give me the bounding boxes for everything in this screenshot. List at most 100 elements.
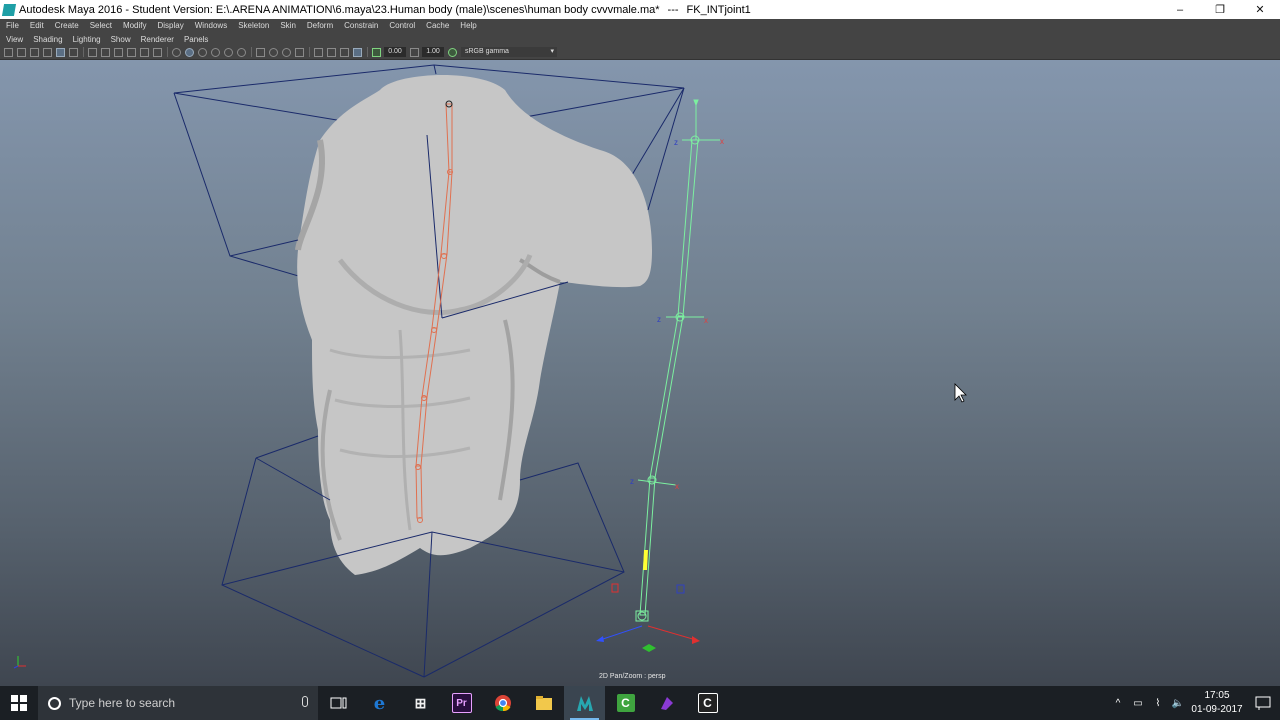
wireframe-icon[interactable]: [172, 47, 181, 57]
taskbar-app-explorer[interactable]: [523, 686, 564, 720]
color-management-icon[interactable]: [448, 47, 457, 57]
menu-select[interactable]: Select: [84, 21, 117, 30]
chevron-up-icon[interactable]: ^: [1108, 698, 1128, 709]
menu-constrain[interactable]: Constrain: [338, 21, 383, 30]
network-icon[interactable]: ⌇: [1148, 698, 1168, 709]
volume-icon[interactable]: 🔈: [1168, 698, 1188, 709]
clock-time: 17:05: [1204, 690, 1230, 701]
main-menu-bar: File Edit Create Select Modify Display W…: [0, 19, 1280, 32]
menu-control[interactable]: Control: [383, 21, 420, 30]
safe-action-icon[interactable]: [140, 47, 149, 57]
view-transform-value: sRGB gamma: [465, 48, 509, 55]
toolbar-divider: [167, 47, 168, 57]
toolbar-divider: [309, 47, 310, 57]
view-transform-dropdown[interactable]: sRGB gamma ▾: [461, 47, 557, 57]
chevron-down-icon: ▾: [550, 48, 554, 55]
store-icon: ⊞: [414, 694, 427, 711]
system-tray: ^ ▭ ⌇ 🔈 17:05 01-09-2017: [1108, 686, 1280, 720]
minimize-button[interactable]: –: [1160, 0, 1200, 19]
camtasia-recorder-icon: C: [697, 693, 718, 713]
grid-icon[interactable]: [56, 47, 65, 57]
bookmark-icon[interactable]: [30, 47, 39, 57]
title-separator: ---: [667, 3, 679, 16]
pencil-icon[interactable]: [69, 47, 78, 57]
perspective-viewport[interactable]: x z x z x z 2D Pan/Zoom : persp: [0, 60, 1280, 686]
restore-button[interactable]: ❐: [1200, 0, 1240, 19]
menu-cache[interactable]: Cache: [420, 21, 454, 30]
wireframe-on-shaded-icon[interactable]: [198, 47, 207, 57]
menu-skeleton[interactable]: Skeleton: [232, 21, 274, 30]
search-placeholder: Type here to search: [69, 696, 176, 710]
task-view-icon: [330, 697, 346, 709]
clock-date: 01-09-2017: [1191, 704, 1243, 715]
panel-menu-panels[interactable]: Panels: [178, 35, 212, 44]
ik-joint-chain[interactable]: [635, 99, 720, 622]
menu-help[interactable]: Help: [454, 21, 481, 30]
microphone-icon[interactable]: [302, 696, 308, 707]
exposure-icon[interactable]: [372, 47, 381, 57]
axis-label-x: x: [720, 137, 724, 146]
xray-icon[interactable]: [314, 47, 323, 57]
file-explorer-icon: [535, 696, 552, 710]
close-button[interactable]: ✕: [1240, 0, 1280, 19]
taskbar-app-edge[interactable]: e: [359, 686, 400, 720]
camera-attributes-icon[interactable]: [17, 47, 26, 57]
panel-menu-lighting[interactable]: Lighting: [67, 35, 105, 44]
viewport-scene: x z x z x z: [13, 64, 967, 678]
menu-deform[interactable]: Deform: [301, 21, 338, 30]
panel-menu-renderer[interactable]: Renderer: [135, 35, 178, 44]
title-bar: Autodesk Maya 2016 - Student Version: E:…: [0, 0, 1280, 19]
gate-mask-icon[interactable]: [114, 47, 123, 57]
backface-culling-icon[interactable]: [340, 47, 349, 57]
lights-icon[interactable]: [224, 47, 233, 57]
resolution-gate-icon[interactable]: [101, 47, 110, 57]
panel-menu-show[interactable]: Show: [105, 35, 135, 44]
anti-aliasing-icon[interactable]: [295, 47, 304, 57]
task-view-button[interactable]: [318, 686, 359, 720]
menu-display[interactable]: Display: [152, 21, 189, 30]
menu-windows[interactable]: Windows: [189, 21, 232, 30]
ambient-occlusion-icon[interactable]: [269, 47, 278, 57]
taskbar-app-premiere[interactable]: Pr: [441, 686, 482, 720]
field-chart-icon[interactable]: [127, 47, 136, 57]
isolate-select-icon[interactable]: [256, 47, 265, 57]
textured-icon[interactable]: [211, 47, 220, 57]
gamma-field[interactable]: 1.00: [422, 47, 444, 57]
panel-menu-view[interactable]: View: [0, 35, 27, 44]
action-center-button[interactable]: [1246, 686, 1280, 720]
search-box[interactable]: Type here to search: [38, 686, 318, 720]
shadows-icon[interactable]: [237, 47, 246, 57]
menu-edit[interactable]: Edit: [24, 21, 49, 30]
image-plane-icon[interactable]: [43, 47, 52, 57]
xray-joints-icon[interactable]: [327, 47, 336, 57]
menu-skin[interactable]: Skin: [274, 21, 301, 30]
select-camera-icon[interactable]: [4, 47, 13, 57]
exposure-field[interactable]: 0.00: [384, 47, 406, 57]
torso-mesh[interactable]: [295, 74, 652, 576]
taskbar-app-purple[interactable]: [646, 686, 687, 720]
clock[interactable]: 17:05 01-09-2017: [1188, 689, 1246, 717]
mouse-cursor-icon: [954, 383, 967, 403]
taskbar-app-chrome[interactable]: [482, 686, 523, 720]
motion-blur-icon[interactable]: [282, 47, 291, 57]
taskbar-app-camtasia[interactable]: C: [605, 686, 646, 720]
panel-menu-shading[interactable]: Shading: [27, 35, 66, 44]
safe-title-icon[interactable]: [153, 47, 162, 57]
chrome-icon: [494, 695, 511, 712]
taskbar-app-recorder[interactable]: C: [687, 686, 728, 720]
hud-icon[interactable]: [353, 47, 362, 57]
toolbar-divider: [367, 47, 368, 57]
gamma-icon[interactable]: [410, 47, 419, 57]
camera-label: 2D Pan/Zoom : persp: [599, 673, 666, 680]
smooth-shade-icon[interactable]: [185, 47, 194, 57]
camtasia-icon: C: [616, 694, 635, 712]
menu-create[interactable]: Create: [49, 21, 84, 30]
taskbar-app-store[interactable]: ⊞: [400, 686, 441, 720]
battery-icon[interactable]: ▭: [1128, 698, 1148, 709]
start-button[interactable]: [0, 686, 38, 720]
taskbar-app-maya[interactable]: [564, 686, 605, 720]
film-gate-icon[interactable]: [88, 47, 97, 57]
menu-file[interactable]: File: [0, 21, 24, 30]
windows-logo-icon: [11, 695, 27, 711]
menu-modify[interactable]: Modify: [117, 21, 152, 30]
